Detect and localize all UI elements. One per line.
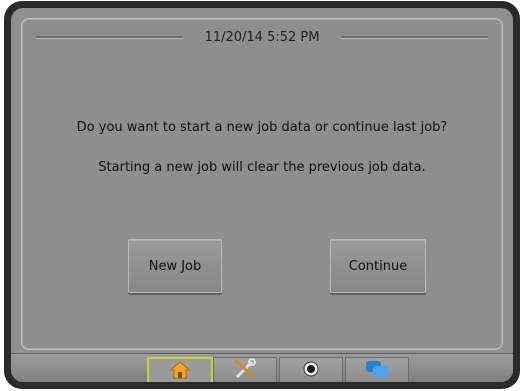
header-divider-right xyxy=(341,36,488,38)
camera-icon xyxy=(300,359,322,382)
tab-tools[interactable] xyxy=(213,357,277,382)
bottom-navigation-bar xyxy=(11,353,513,382)
dialog-warning: Starting a new job will clear the previo… xyxy=(98,160,426,175)
continue-button[interactable]: Continue xyxy=(330,239,426,293)
screen: 11/20/14 5:52 PM Do you want to start a … xyxy=(11,8,513,382)
job-dialog-panel: 11/20/14 5:52 PM Do you want to start a … xyxy=(21,18,503,350)
chat-bubbles-icon xyxy=(364,359,390,382)
dialog-question: Do you want to start a new job data or c… xyxy=(76,120,448,135)
device-frame: 11/20/14 5:52 PM Do you want to start a … xyxy=(4,1,520,389)
tab-camera[interactable] xyxy=(279,357,343,382)
header: 11/20/14 5:52 PM xyxy=(36,25,488,49)
tab-home[interactable] xyxy=(147,357,213,382)
header-divider-left xyxy=(36,36,183,38)
header-datetime: 11/20/14 5:52 PM xyxy=(204,29,320,45)
tab-chat[interactable] xyxy=(345,357,409,382)
home-icon xyxy=(169,360,191,382)
tools-icon xyxy=(233,358,257,382)
new-job-button[interactable]: New Job xyxy=(128,239,222,293)
